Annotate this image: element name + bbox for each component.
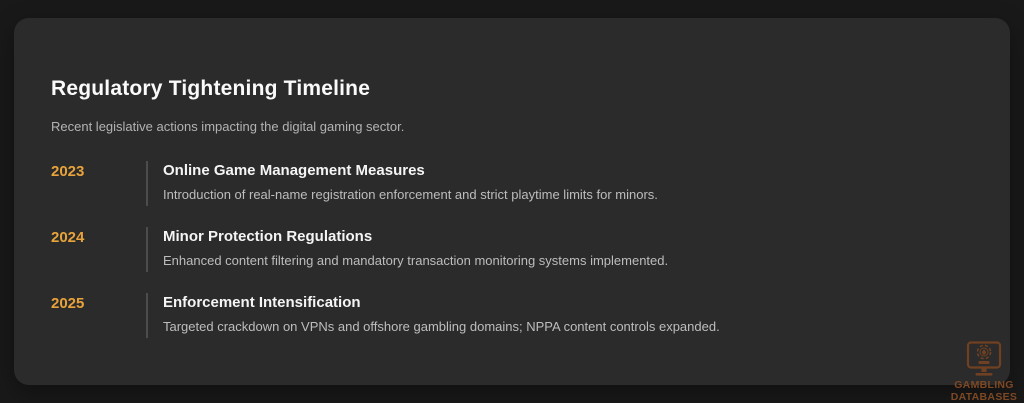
entry-description: Introduction of real-name registration e… — [163, 187, 658, 203]
timeline-card: Regulatory Tightening Timeline Recent le… — [14, 18, 1010, 385]
timeline-year: 2024 — [51, 227, 146, 272]
timeline-year: 2023 — [51, 161, 146, 206]
page-subtitle: Recent legislative actions impacting the… — [51, 119, 973, 135]
timeline-entry: Minor Protection Regulations Enhanced co… — [146, 227, 668, 272]
gambling-databases-logo: GAMBLING DATABASES — [945, 341, 1023, 403]
entry-title: Enforcement Intensification — [163, 294, 720, 312]
timeline-entry: Enforcement Intensification Targeted cra… — [146, 293, 720, 338]
page-title: Regulatory Tightening Timeline — [51, 77, 973, 101]
watermark-line1: GAMBLING — [945, 380, 1023, 392]
timeline-row-2025: 2025 Enforcement Intensification Targete… — [51, 293, 973, 338]
timeline-row-2024: 2024 Minor Protection Regulations Enhanc… — [51, 227, 973, 272]
timeline-entry: Online Game Management Measures Introduc… — [146, 161, 658, 206]
entry-title: Minor Protection Regulations — [163, 228, 668, 246]
timeline-year: 2025 — [51, 293, 146, 338]
timeline-row-2023: 2023 Online Game Management Measures Int… — [51, 161, 973, 206]
entry-description: Targeted crackdown on VPNs and offshore … — [163, 319, 720, 335]
timeline: 2023 Online Game Management Measures Int… — [51, 161, 973, 338]
monitor-poker-chip-spade-icon — [963, 341, 1005, 378]
entry-title: Online Game Management Measures — [163, 162, 658, 180]
watermark-line2: DATABASES — [945, 392, 1023, 403]
entry-description: Enhanced content filtering and mandatory… — [163, 253, 668, 269]
